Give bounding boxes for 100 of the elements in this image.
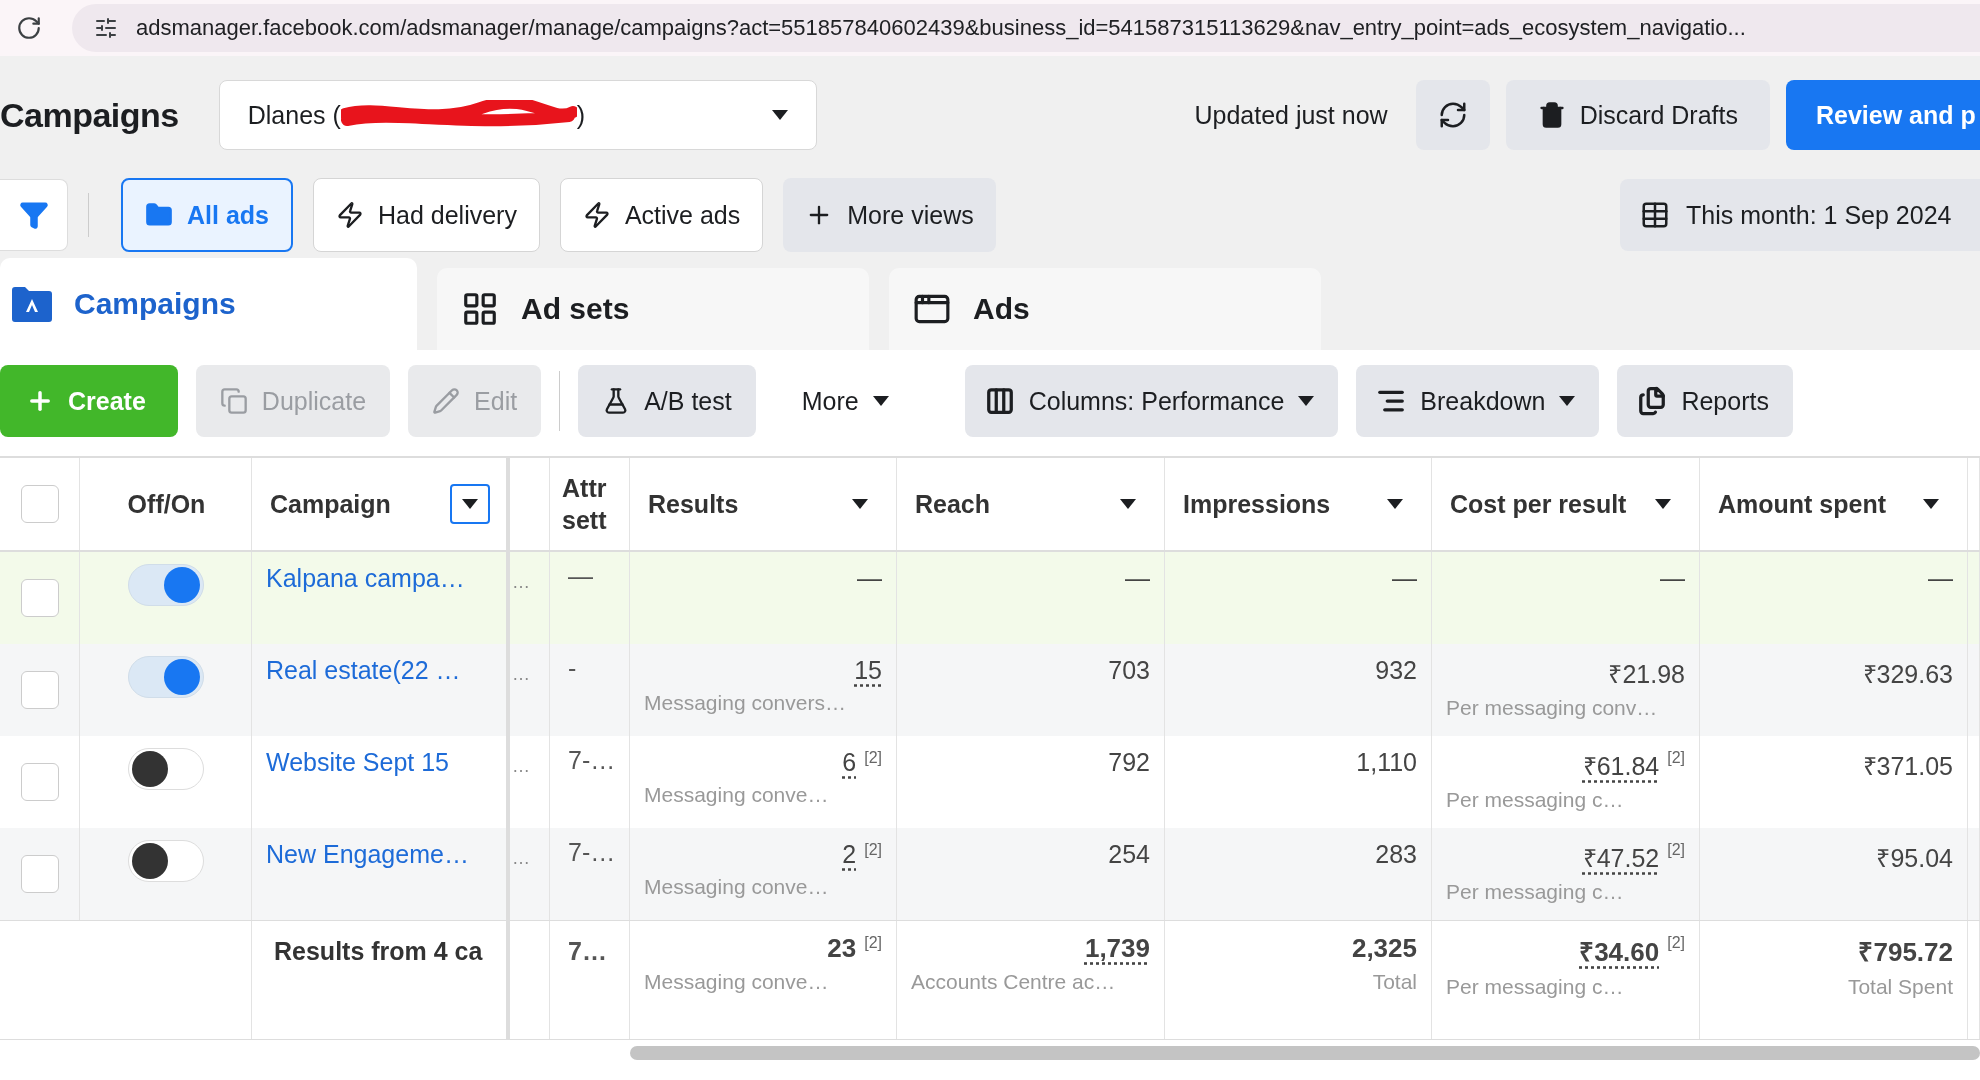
trash-icon (1537, 101, 1566, 129)
flag-icon (12, 286, 52, 322)
toolbar-button[interactable]: Breakdown (1356, 365, 1600, 437)
table-row[interactable]: New Engageme… … 7-… 2 [2] Messaging conve… 254 283 ₹47.52 [2] Per messaging c… ₹95.04 (0, 828, 1980, 920)
review-button[interactable]: Review and p (1786, 80, 1980, 150)
column-header[interactable]: Campaign (270, 488, 391, 520)
campaign-link[interactable]: Real estate(22 … (266, 656, 461, 688)
page-title: Campaigns (0, 95, 179, 135)
discard-drafts-button[interactable]: Discard Drafts (1505, 80, 1770, 150)
on-off-toggle[interactable] (127, 564, 204, 606)
column-header[interactable]: Reach (915, 488, 991, 520)
reload-icon[interactable] (16, 15, 42, 41)
truncated-cell: … (512, 572, 530, 594)
column-header[interactable]: Impressions (1183, 488, 1331, 520)
footnote-mark: [2] (1667, 749, 1685, 767)
refresh-button[interactable] (1415, 80, 1490, 150)
row-checkbox[interactable] (20, 671, 59, 709)
cell-subtext: Accounts Centre ac… (911, 970, 1116, 994)
filter-icon (18, 200, 49, 230)
caret-icon (1923, 499, 1939, 509)
level-tab[interactable]: Campaigns (0, 258, 417, 350)
truncated-cell: … (512, 756, 530, 778)
cell-value: ₹34.60 (1579, 936, 1660, 969)
on-off-toggle[interactable] (127, 656, 204, 698)
filter-button[interactable] (0, 179, 68, 251)
cell-value: 254 (1108, 840, 1150, 869)
attribution-cell-text: 7-… (568, 746, 616, 776)
toolbar-button[interactable]: Columns: Performance (964, 365, 1339, 437)
footnote-mark: [2] (1667, 934, 1685, 952)
cell-value: ₹95.04 (1876, 843, 1953, 874)
cell-subtext: Per messaging c… (1446, 880, 1624, 904)
cell-value: ₹371.05 (1862, 751, 1953, 782)
campaign-link[interactable]: Website Sept 15 (266, 748, 449, 780)
column-header[interactable]: Cost per result (1450, 488, 1627, 520)
row-checkbox[interactable] (20, 855, 59, 893)
caret-icon (771, 110, 788, 120)
cell-subtext: Messaging conve… (644, 875, 829, 899)
truncated-cell: … (512, 848, 530, 870)
cell-subtext: Messaging convers… (644, 691, 846, 715)
files-icon (1637, 386, 1668, 416)
cell-value: 15 (854, 656, 882, 685)
action-button[interactable]: More (777, 365, 913, 437)
attribution-cell-text: 7… (568, 937, 607, 967)
cell-subtext: Total Spent (1847, 975, 1953, 999)
level-tab[interactable]: Ads (889, 268, 1321, 350)
cell-value: 6 (842, 748, 857, 777)
cell-value: ₹329.63 (1862, 659, 1953, 690)
cell-value: 2 (842, 840, 857, 869)
cell-subtext: Per messaging c… (1446, 788, 1624, 812)
column-header[interactable]: Off/On (127, 488, 206, 520)
select-all-checkbox[interactable] (20, 485, 59, 523)
row-checkbox[interactable] (20, 579, 59, 617)
view-button[interactable]: Active ads (559, 178, 764, 252)
row-checkbox[interactable] (20, 763, 59, 801)
footnote-mark: [2] (864, 749, 882, 767)
attribution-cell-text: — (568, 562, 593, 592)
cell-value: 1,739 (1084, 933, 1150, 964)
table-row[interactable]: Kalpana campa… … — — — — — — (0, 552, 1980, 644)
level-tab[interactable]: Ad sets (437, 268, 869, 350)
cell-value: 792 (1108, 748, 1150, 777)
cell-value: — (1392, 564, 1417, 593)
caret-icon (1655, 499, 1671, 509)
action-button[interactable]: A/B test (578, 365, 756, 437)
cell-value: ₹21.98 (1608, 659, 1685, 690)
toolbar-button[interactable]: Reports (1617, 365, 1793, 437)
cell-value: — (857, 564, 882, 593)
cell-value: — (1660, 564, 1685, 593)
campaign-link[interactable]: New Engageme… (266, 840, 469, 872)
campaign-link[interactable]: Kalpana campa… (266, 564, 465, 596)
column-header[interactable]: Amount spent (1718, 488, 1887, 520)
caret-icon (872, 396, 889, 406)
table-row[interactable]: Real estate(22 … … - 15 Messaging convers… 703 932 ₹21.98 Per messaging conv… ₹329.63 (0, 644, 1980, 736)
cell-value: 23 (827, 933, 857, 964)
site-settings-icon[interactable] (94, 16, 118, 40)
column-header[interactable]: Results (648, 488, 739, 520)
view-button[interactable]: All ads (121, 178, 293, 252)
on-off-toggle[interactable] (127, 840, 204, 882)
cell-value: 1,110 (1356, 748, 1417, 777)
columns-icon (984, 386, 1015, 416)
account-dropdown[interactable]: Dlanes ( ) (218, 80, 817, 150)
date-range-button[interactable]: This month: 1 Sep 2024 (1620, 179, 1980, 251)
caret-icon (1559, 396, 1576, 406)
cell-value: — (1928, 564, 1953, 593)
on-off-toggle[interactable] (127, 748, 204, 790)
cell-value: 283 (1375, 840, 1417, 869)
attribution-cell-text: 7-… (568, 838, 616, 868)
horizontal-scrollbar[interactable] (630, 1046, 1980, 1060)
cell-value: 2,325 (1351, 933, 1417, 964)
grid-icon (461, 290, 499, 328)
calendar-icon (1640, 200, 1670, 230)
footnote-mark: [2] (864, 841, 882, 859)
pencil-icon (432, 387, 461, 415)
caret-icon (1298, 396, 1315, 406)
view-button[interactable]: More views (783, 178, 996, 252)
column-menu-button[interactable] (450, 484, 490, 524)
update-status: Updated just now (1194, 100, 1388, 130)
column-header[interactable]: Attr sett (562, 472, 607, 536)
cell-subtext: Messaging conve… (644, 783, 829, 807)
caret-icon (1120, 499, 1136, 509)
view-button[interactable]: Had delivery (313, 178, 540, 252)
